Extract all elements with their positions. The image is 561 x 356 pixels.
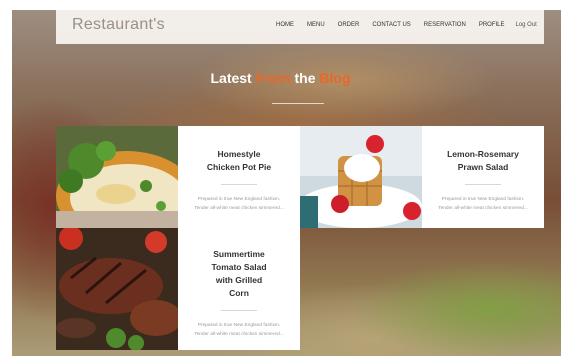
nav-item-reservation[interactable]: RESERVATION	[424, 22, 466, 28]
blog-card-text: Lemon-Rosemary Prawn Salad Prepared in t…	[422, 126, 544, 228]
site-logo[interactable]: Restaurant's	[72, 16, 165, 34]
section-title-underline	[272, 103, 324, 104]
blog-card-excerpt: Prepared in true New England fashion. Te…	[438, 197, 528, 211]
nav-item-menu[interactable]: MENU	[307, 22, 325, 28]
page-margin	[0, 0, 12, 356]
card-divider	[465, 184, 501, 185]
blog-card-lemon-rosemary-prawn-salad[interactable]: Lemon-Rosemary Prawn Salad Prepared in t…	[300, 126, 544, 228]
blog-card-title[interactable]: Homestyle Chicken Pot Pie	[178, 148, 300, 174]
section-title-part2: From	[255, 70, 291, 86]
section-title-part1: Latest	[210, 70, 252, 86]
blog-card-summertime-tomato-salad[interactable]: Summertime Tomato Salad with Grilled Cor…	[56, 228, 300, 350]
card-divider	[221, 184, 257, 185]
blog-card-text: Homestyle Chicken Pot Pie Prepared in tr…	[178, 126, 300, 228]
blog-card-excerpt: Prepared in true New England fashion. Te…	[194, 323, 284, 337]
main-nav: HOME MENU ORDER CONTACT US RESERVATION P…	[276, 22, 550, 28]
nav-item-home[interactable]: HOME	[276, 22, 294, 28]
nav-item-order[interactable]: ORDER	[338, 22, 360, 28]
blog-card-chicken-pot-pie[interactable]: Homestyle Chicken Pot Pie Prepared in tr…	[56, 126, 300, 228]
card-divider	[221, 310, 257, 311]
blog-card-text: Summertime Tomato Salad with Grilled Cor…	[178, 228, 300, 350]
blog-card-title[interactable]: Lemon-Rosemary Prawn Salad	[422, 148, 544, 174]
section-title-part3: the	[294, 70, 316, 86]
chicken-pot-pie-image[interactable]	[56, 126, 178, 228]
grilled-steak-image[interactable]	[56, 228, 178, 350]
nav-item-profile[interactable]: PROFILE	[479, 22, 505, 28]
waffle-strawberry-image[interactable]	[300, 126, 422, 228]
logout-link[interactable]: Log Out	[516, 22, 537, 28]
site-header: Restaurant's HOME MENU ORDER CONTACT US …	[56, 10, 544, 44]
blog-card-excerpt: Prepared in true New England fashion. Te…	[194, 197, 284, 211]
blog-card-title[interactable]: Summertime Tomato Salad with Grilled Cor…	[178, 248, 300, 300]
nav-item-contact-us[interactable]: CONTACT US	[372, 22, 410, 28]
section-title: Latest From the Blog	[0, 70, 561, 86]
section-title-part4: Blog	[319, 70, 351, 86]
